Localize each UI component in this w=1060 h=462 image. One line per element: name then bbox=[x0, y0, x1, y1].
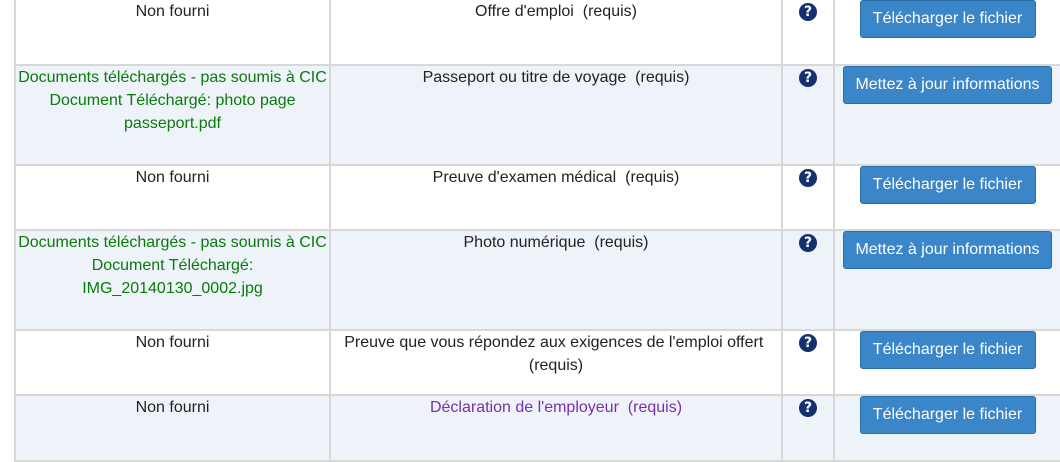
status-text: Non fourni bbox=[135, 399, 210, 416]
update-information-button[interactable]: Mettez à jour informations bbox=[843, 231, 1052, 269]
help-icon[interactable]: ? bbox=[799, 169, 817, 187]
status-cell: Documents téléchargés - pas soumis à CIC… bbox=[14, 229, 331, 331]
status-text: Non fourni bbox=[135, 3, 210, 20]
document-name: Photo numérique bbox=[463, 234, 586, 251]
table-row: Non fourni Preuve que vous répondez aux … bbox=[14, 329, 1060, 396]
document-name: Preuve que vous répondez aux exigences d… bbox=[344, 334, 764, 351]
status-text: Non fourni bbox=[135, 169, 210, 186]
required-label: (requis) bbox=[582, 3, 637, 20]
required-label: (requis) bbox=[528, 357, 584, 374]
help-icon[interactable]: ? bbox=[799, 234, 817, 252]
action-cell: Télécharger le fichier bbox=[833, 329, 1060, 396]
upload-file-button[interactable]: Télécharger le fichier bbox=[859, 396, 1036, 434]
upload-file-button[interactable]: Télécharger le fichier bbox=[859, 331, 1036, 369]
help-cell: ? bbox=[781, 394, 835, 462]
help-icon[interactable]: ? bbox=[799, 3, 817, 21]
help-icon[interactable]: ? bbox=[799, 399, 817, 417]
document-name-cell: Photo numérique (requis) bbox=[329, 229, 783, 331]
document-name: Preuve d'examen médical bbox=[432, 169, 617, 186]
help-cell: ? bbox=[781, 164, 835, 231]
uploaded-file-text: Document Téléchargé: IMG_20140130_0002.j… bbox=[82, 257, 263, 297]
table-row: Non fourni Offre d'emploi (requis) ? Tél… bbox=[14, 0, 1060, 66]
table-row: Documents téléchargés - pas soumis à CIC… bbox=[14, 64, 1060, 166]
table-row: Non fourni Preuve d'examen médical (requ… bbox=[14, 164, 1060, 231]
update-information-button[interactable]: Mettez à jour informations bbox=[843, 66, 1052, 104]
required-label: (requis) bbox=[625, 169, 680, 186]
status-text: Non fourni bbox=[135, 334, 210, 351]
required-label: (requis) bbox=[594, 234, 649, 251]
document-name-cell: Passeport ou titre de voyage (requis) bbox=[329, 64, 783, 166]
status-text: Documents téléchargés - pas soumis à CIC bbox=[18, 234, 327, 251]
document-name-cell: Preuve que vous répondez aux exigences d… bbox=[329, 329, 783, 396]
document-name: Offre d'emploi bbox=[475, 3, 574, 20]
help-icon[interactable]: ? bbox=[799, 334, 817, 352]
table-row: Non fourni Déclaration de l'employeur (r… bbox=[14, 394, 1060, 462]
required-label: (requis) bbox=[635, 69, 690, 86]
action-cell: Télécharger le fichier bbox=[833, 394, 1060, 462]
document-name-cell: Preuve d'examen médical (requis) bbox=[329, 164, 783, 231]
status-cell: Non fourni bbox=[14, 0, 331, 66]
action-cell: Télécharger le fichier bbox=[833, 0, 1060, 66]
upload-file-button[interactable]: Télécharger le fichier bbox=[859, 166, 1036, 204]
action-cell: Télécharger le fichier bbox=[833, 164, 1060, 231]
document-name: Déclaration de l'employeur bbox=[429, 399, 619, 416]
document-name: Passeport ou titre de voyage bbox=[422, 69, 627, 86]
help-cell: ? bbox=[781, 229, 835, 331]
help-icon[interactable]: ? bbox=[799, 69, 817, 87]
uploaded-file-text: Document Téléchargé: photo page passepor… bbox=[49, 92, 296, 132]
action-cell: Mettez à jour informations bbox=[833, 64, 1060, 166]
upload-file-button[interactable]: Télécharger le fichier bbox=[859, 0, 1036, 38]
help-cell: ? bbox=[781, 64, 835, 166]
required-label: (requis) bbox=[627, 399, 683, 416]
help-cell: ? bbox=[781, 0, 835, 66]
page-left-margin bbox=[0, 0, 14, 459]
status-cell: Non fourni bbox=[14, 394, 331, 462]
document-name-cell: Offre d'emploi (requis) bbox=[329, 0, 783, 66]
documents-table: Non fourni Offre d'emploi (requis) ? Tél… bbox=[14, 0, 1060, 462]
table-row: Documents téléchargés - pas soumis à CIC… bbox=[14, 229, 1060, 331]
help-cell: ? bbox=[781, 329, 835, 396]
status-text: Documents téléchargés - pas soumis à CIC bbox=[18, 69, 327, 86]
status-cell: Non fourni bbox=[14, 329, 331, 396]
status-cell: Non fourni bbox=[14, 164, 331, 231]
action-cell: Mettez à jour informations bbox=[833, 229, 1060, 331]
document-name-cell: Déclaration de l'employeur (requis) bbox=[329, 394, 783, 462]
status-cell: Documents téléchargés - pas soumis à CIC… bbox=[14, 64, 331, 166]
